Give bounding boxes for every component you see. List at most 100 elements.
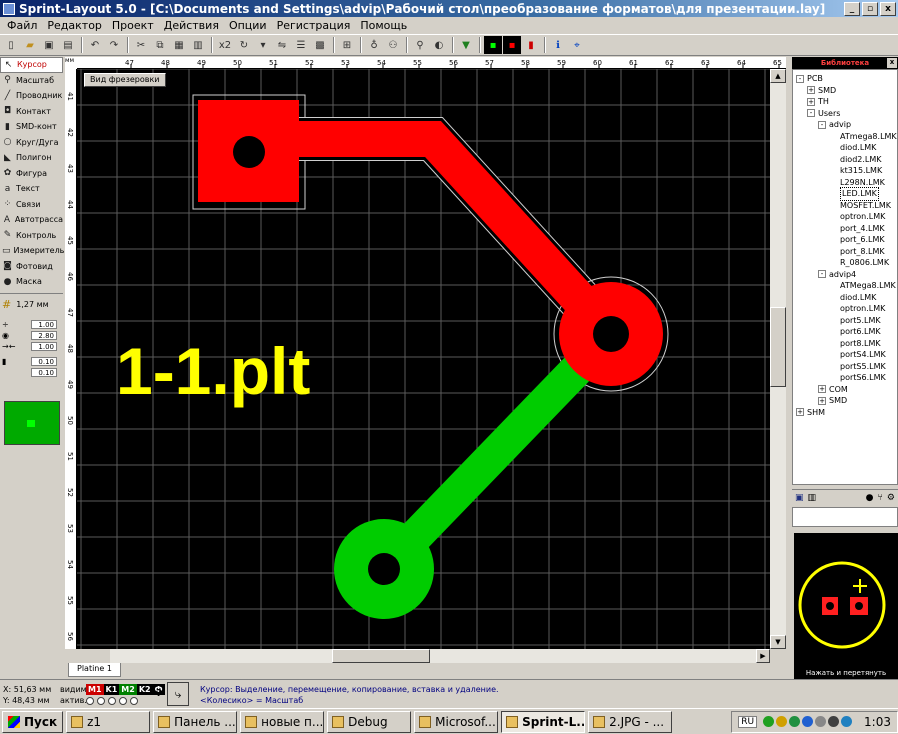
vertical-scrollbar[interactable]: ▲ ▼ bbox=[770, 69, 786, 649]
tree-item[interactable]: optron.LMK bbox=[793, 211, 897, 223]
export-icon[interactable]: ▮ bbox=[522, 36, 540, 54]
tree-item[interactable]: port_6.LMK bbox=[793, 234, 897, 246]
print-icon[interactable]: ▤ bbox=[59, 36, 77, 54]
sheet-tab[interactable]: Platine 1 bbox=[68, 663, 121, 677]
record-icon[interactable]: ● bbox=[866, 493, 874, 503]
tool-shape[interactable]: ✿ Фигура bbox=[0, 166, 63, 182]
tree-item[interactable]: diod.LMK bbox=[793, 292, 897, 304]
collapse-icon[interactable]: - bbox=[818, 270, 826, 279]
taskbar-button[interactable]: Microsof... bbox=[414, 710, 499, 733]
tool-track[interactable]: ╱ Проводник bbox=[0, 88, 63, 104]
menu-file[interactable]: Файл bbox=[2, 19, 42, 32]
expand-icon[interactable]: + bbox=[818, 396, 826, 405]
redo-icon[interactable]: ↷ bbox=[105, 36, 123, 54]
undo-icon[interactable]: ↶ bbox=[86, 36, 104, 54]
pad-outer-field[interactable]: 2.80 bbox=[31, 330, 57, 340]
expand-icon[interactable]: + bbox=[796, 408, 804, 417]
paste-icon[interactable]: ▦ bbox=[170, 36, 188, 54]
tool-smd-pad[interactable]: ▮ SMD-конт bbox=[0, 119, 63, 135]
tool-mask[interactable]: ● Маска bbox=[0, 274, 63, 290]
vertical-scroll-thumb[interactable] bbox=[770, 307, 786, 387]
layer-preview[interactable] bbox=[4, 401, 60, 445]
layer-toggle[interactable]: M2 bbox=[119, 684, 137, 695]
menu-actions[interactable]: Действия bbox=[159, 19, 224, 32]
cut-icon[interactable]: ✂ bbox=[132, 36, 150, 54]
save-icon[interactable]: ▣ bbox=[795, 493, 804, 503]
horizontal-scrollbar[interactable]: ▶ bbox=[110, 649, 770, 663]
menu-project[interactable]: Проект bbox=[107, 19, 159, 32]
volume-icon[interactable] bbox=[815, 716, 827, 727]
tool-text[interactable]: a Текст bbox=[0, 181, 63, 197]
layer-toggle[interactable]: K2 bbox=[136, 684, 153, 695]
tree-item[interactable]: kt315.LMK bbox=[793, 165, 897, 177]
tool-polygon[interactable]: ◣ Полигон bbox=[0, 150, 63, 166]
library-tree[interactable]: - PCB + SMD + TH - Users - advip ATmega8.LMK diod.L… bbox=[792, 69, 898, 485]
pad-hole-field[interactable]: 1.00 bbox=[31, 341, 57, 351]
radio-k2[interactable] bbox=[119, 697, 127, 705]
radio-m1[interactable] bbox=[86, 697, 94, 705]
taskbar-button[interactable]: z1 bbox=[66, 710, 151, 733]
network-icon[interactable] bbox=[763, 716, 775, 727]
tree-item[interactable]: LED.LMK bbox=[793, 187, 897, 201]
tree-item[interactable]: optron.LMK bbox=[793, 303, 897, 315]
radio-m2[interactable] bbox=[108, 697, 116, 705]
tree-item[interactable]: port_4.LMK bbox=[793, 223, 897, 235]
tree-item[interactable]: + SMD bbox=[793, 395, 897, 407]
tree-item[interactable]: port8.LMK bbox=[793, 338, 897, 350]
new-icon[interactable]: ▯ bbox=[2, 36, 20, 54]
tree-item[interactable]: - Users bbox=[793, 108, 897, 120]
chevron-down-icon[interactable]: ▾ bbox=[254, 36, 272, 54]
menu-registration[interactable]: Регистрация bbox=[272, 19, 356, 32]
track-width-field[interactable]: 1.00 bbox=[31, 319, 57, 329]
layer-toggle[interactable]: K1 bbox=[103, 684, 120, 695]
tree-item[interactable]: R_0806.LMK bbox=[793, 257, 897, 269]
net-icon[interactable]: ♁ bbox=[365, 36, 383, 54]
drc-report-icon[interactable]: ▪ bbox=[503, 36, 521, 54]
language-indicator[interactable]: RU bbox=[738, 715, 758, 728]
radio-k1[interactable] bbox=[97, 697, 105, 705]
fork-icon[interactable]: ⑂ bbox=[878, 493, 883, 503]
snap-icon[interactable]: ⊞ bbox=[338, 36, 356, 54]
tree-item[interactable]: portS6.LMK bbox=[793, 372, 897, 384]
close-button[interactable]: x bbox=[880, 1, 896, 16]
tree-item[interactable]: portS4.LMK bbox=[793, 349, 897, 361]
milling-view-button[interactable]: Вид фрезеровки bbox=[84, 73, 166, 87]
mirror-icon[interactable]: ⇋ bbox=[273, 36, 291, 54]
trash-icon[interactable]: ▥ bbox=[808, 493, 817, 503]
delete-icon[interactable]: ▥ bbox=[189, 36, 207, 54]
tree-item[interactable]: MOSFET.LMK bbox=[793, 200, 897, 212]
tree-item[interactable]: diod2.LMK bbox=[793, 154, 897, 166]
messenger-icon[interactable] bbox=[841, 716, 853, 727]
taskbar-button[interactable]: 2.JPG - ... bbox=[588, 710, 673, 733]
align-icon[interactable]: ☰ bbox=[292, 36, 310, 54]
photo-view-icon[interactable]: ◐ bbox=[430, 36, 448, 54]
taskbar-button[interactable]: новые п... bbox=[240, 710, 325, 733]
tree-item[interactable]: diod.LMK bbox=[793, 142, 897, 154]
library-search-input[interactable] bbox=[792, 507, 898, 527]
connect-icon[interactable]: ⚇ bbox=[384, 36, 402, 54]
scroll-down-icon[interactable]: ▼ bbox=[770, 635, 786, 649]
grid-size[interactable]: # 1,27 мм bbox=[0, 292, 63, 315]
tool-zoom[interactable]: ⚲ Масштаб bbox=[0, 73, 63, 89]
update-icon[interactable] bbox=[789, 716, 801, 727]
expand-icon[interactable]: + bbox=[818, 385, 826, 394]
tool-autoroute[interactable]: A Автотрасса bbox=[0, 212, 63, 228]
radio-f[interactable] bbox=[130, 697, 138, 705]
title-bar[interactable]: Sprint-Layout 5.0 - [C:\Documents and Se… bbox=[0, 0, 898, 17]
save-icon[interactable]: ▣ bbox=[40, 36, 58, 54]
start-button[interactable]: Пуск bbox=[2, 710, 64, 733]
antivirus-icon[interactable] bbox=[776, 716, 788, 727]
horizontal-scroll-thumb[interactable] bbox=[332, 649, 430, 663]
tree-item[interactable]: port_8.LMK bbox=[793, 246, 897, 258]
layer-toggle[interactable]: M1 bbox=[86, 684, 104, 695]
collapse-icon[interactable]: - bbox=[818, 120, 826, 129]
tree-item[interactable]: port6.LMK bbox=[793, 326, 897, 338]
clock[interactable]: 1:03 bbox=[864, 715, 891, 729]
copy-icon[interactable]: ⧉ bbox=[151, 36, 169, 54]
collapse-icon[interactable]: - bbox=[796, 74, 804, 83]
tree-item[interactable]: port5.LMK bbox=[793, 315, 897, 327]
info-icon[interactable]: ℹ bbox=[549, 36, 567, 54]
tree-item[interactable]: - PCB bbox=[793, 73, 897, 85]
menu-edit[interactable]: Редактор bbox=[42, 19, 107, 32]
menu-help[interactable]: Помощь bbox=[355, 19, 412, 32]
